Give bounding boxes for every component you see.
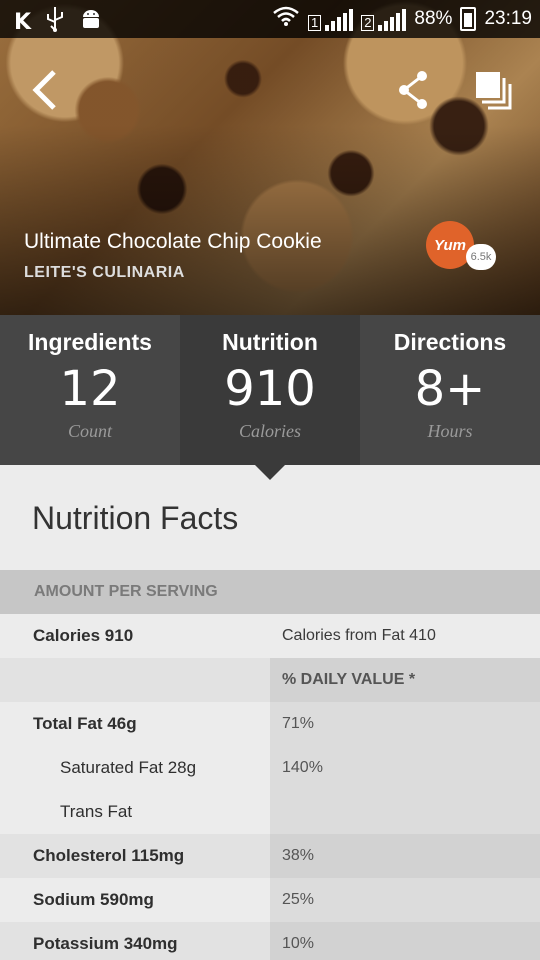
nutrient-label: Total Fat 46g (0, 702, 270, 746)
nutrient-label: Sodium 590mg (0, 878, 270, 922)
wifi-icon (272, 5, 300, 33)
nutrient-row: Trans Fat (0, 790, 540, 834)
tab-label: Ingredients (28, 329, 152, 355)
tab-value: 8+ (414, 361, 486, 417)
nutrient-row: Saturated Fat 28g 140% (0, 746, 540, 790)
tab-ingredients[interactable]: Ingredients 12 Count (0, 315, 180, 465)
tab-nutrition[interactable]: Nutrition 910 Calories (180, 315, 360, 465)
battery-percent: 88% (414, 8, 453, 29)
share-icon (399, 71, 427, 109)
nutrition-facts-title: Nutrition Facts (32, 500, 239, 536)
tab-label: Directions (393, 329, 507, 355)
tab-label: Nutrition (222, 329, 318, 355)
recipe-tabs: Ingredients 12 Count Nutrition 910 Calor… (0, 315, 540, 465)
tab-unit: Calories (238, 421, 301, 441)
daily-value-header-row: % DAILY VALUE * (0, 658, 540, 702)
android-icon (79, 7, 103, 38)
tab-unit: Count (67, 421, 112, 441)
active-tab-pointer (255, 465, 285, 480)
nutrient-daily-value: 25% (270, 878, 540, 922)
calories-label: Calories 910 (0, 614, 270, 658)
status-bar-system: 1 2 88% 23:19 (272, 5, 532, 33)
nutrient-label: Trans Fat (0, 790, 270, 834)
empty-cell (0, 658, 270, 702)
usb-icon (45, 6, 65, 39)
chevron-left-icon (32, 70, 56, 110)
nutrient-row: Total Fat 46g 71% (0, 702, 540, 746)
recipe-title: Ultimate Chocolate Chip Cookie (24, 230, 322, 253)
calories-from-fat: Calories from Fat 410 (270, 614, 540, 658)
signal-sim2-icon: 2 (361, 7, 407, 31)
nutrient-daily-value (270, 790, 540, 834)
k-app-icon: K (14, 9, 32, 35)
nutrient-daily-value: 71% (270, 702, 540, 746)
tab-value: 910 (224, 361, 316, 417)
battery-icon (460, 7, 477, 31)
nutrient-daily-value: 10% (270, 922, 540, 960)
nutrient-label: Cholesterol 115mg (0, 834, 270, 878)
tab-unit: Hours (427, 421, 473, 441)
calories-row: Calories 910 Calories from Fat 410 (0, 614, 540, 658)
recipe-source[interactable]: LEITE'S CULINARIA (24, 264, 185, 282)
daily-value-header: % DAILY VALUE * (270, 658, 540, 702)
nutrient-label: Potassium 340mg (0, 922, 270, 960)
signal-sim1-icon: 1 (307, 7, 354, 31)
copy-icon (476, 72, 512, 110)
collections-button[interactable] (472, 68, 514, 112)
nutrient-label: Saturated Fat 28g (0, 746, 270, 790)
nutrient-row: Potassium 340mg 10% (0, 922, 540, 960)
nutrient-daily-value: 38% (270, 834, 540, 878)
amount-per-serving-header: AMOUNT PER SERVING (0, 570, 540, 614)
nutrient-row: Sodium 590mg 25% (0, 878, 540, 922)
share-button[interactable] (396, 68, 432, 112)
yum-count-badge: 6.5k (466, 244, 496, 270)
status-bar: K 1 2 88% 23:19 (0, 0, 540, 38)
status-bar-notifications: K (14, 6, 103, 39)
nutrient-row: Cholesterol 115mg 38% (0, 834, 540, 878)
tab-value: 12 (59, 361, 121, 417)
nutrient-daily-value: 140% (270, 746, 540, 790)
back-button[interactable] (26, 66, 66, 114)
clock: 23:19 (484, 8, 532, 29)
tab-directions[interactable]: Directions 8+ Hours (360, 315, 540, 465)
